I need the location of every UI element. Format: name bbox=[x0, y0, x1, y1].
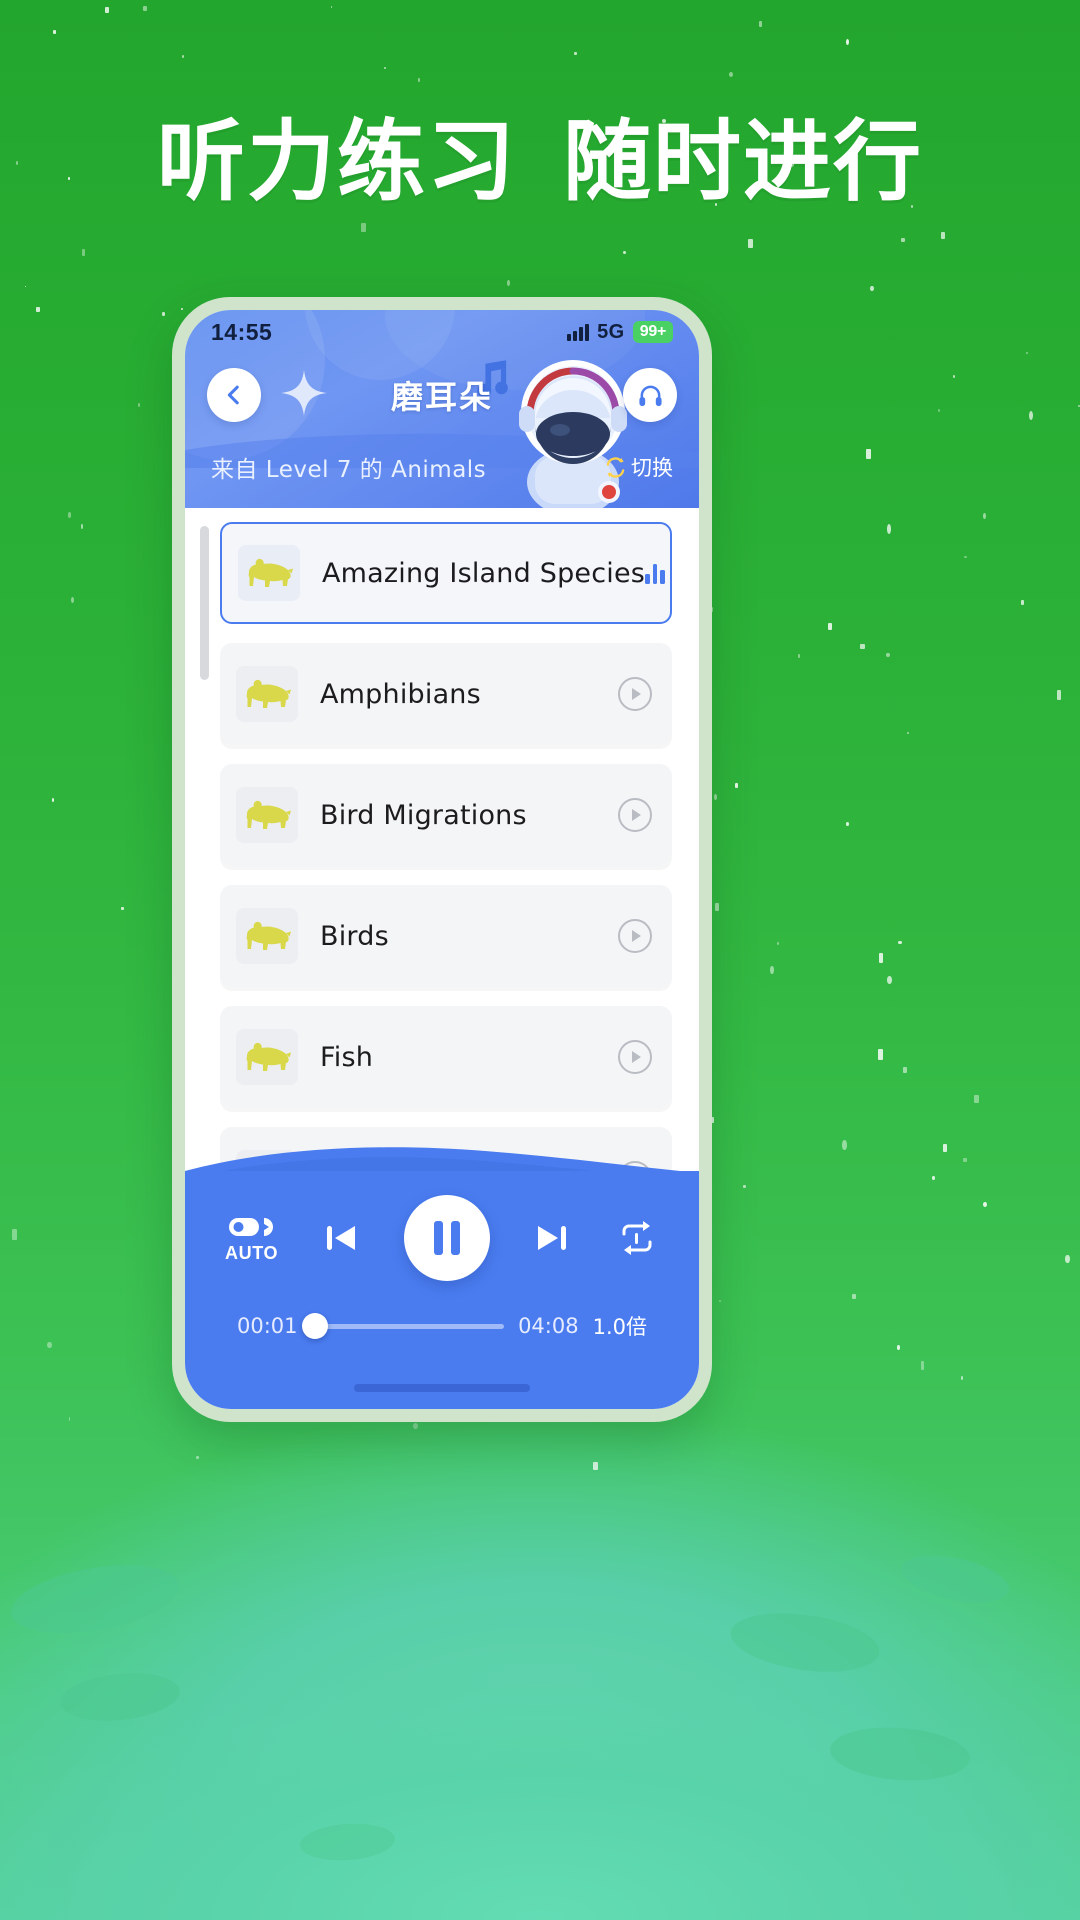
battery-badge: 99+ bbox=[632, 321, 673, 343]
lesson-action[interactable] bbox=[645, 562, 665, 584]
headphone-icon bbox=[638, 385, 662, 406]
play-circle-icon[interactable] bbox=[618, 919, 652, 953]
lesson-action[interactable] bbox=[618, 919, 652, 953]
pause-bar bbox=[450, 1221, 460, 1255]
skip-previous-icon bbox=[326, 1226, 355, 1250]
page-header-title: 磨耳朵 bbox=[390, 378, 493, 416]
chevron-left-icon bbox=[227, 385, 239, 405]
play-pause-button[interactable] bbox=[403, 1195, 490, 1281]
status-time: 14:55 bbox=[211, 318, 273, 345]
phone-screen: 14:55 5G 99+ 磨耳朵 来自 Level 7 的 Animals 切换… bbox=[185, 310, 699, 1409]
sub-header: 来自 Level 7 的 Animals 切换 bbox=[185, 436, 699, 498]
list-item[interactable]: Fish bbox=[220, 1006, 672, 1108]
auto-play-button[interactable]: AUTO bbox=[225, 1213, 278, 1264]
lesson-title: Birds bbox=[320, 920, 389, 952]
switch-button[interactable]: 切换 bbox=[604, 452, 673, 482]
signal-bars-icon bbox=[567, 323, 590, 341]
lesson-thumbnail bbox=[236, 1029, 298, 1085]
lesson-title: Amazing Island Species bbox=[322, 557, 646, 589]
bear-icon bbox=[246, 1042, 291, 1071]
list-item[interactable]: Bird Migrations bbox=[220, 764, 672, 866]
play-circle-icon[interactable] bbox=[618, 677, 652, 711]
progress-slider[interactable] bbox=[302, 1313, 505, 1339]
home-indicator bbox=[354, 1384, 530, 1392]
list-item[interactable]: Amazing Island Species bbox=[220, 522, 672, 624]
bear-icon bbox=[246, 679, 291, 708]
headline-right: 随时进行 bbox=[563, 110, 924, 213]
lesson-action[interactable] bbox=[618, 798, 652, 832]
player-body: AUTO 00:01 04:08 1.0倍 bbox=[185, 1171, 699, 1409]
list-item[interactable]: Amphibians bbox=[220, 643, 672, 745]
scrollbar-thumb[interactable] bbox=[200, 526, 209, 680]
lesson-title: Fish bbox=[320, 1041, 374, 1073]
lesson-thumbnail bbox=[236, 666, 298, 722]
play-circle-icon[interactable] bbox=[618, 798, 652, 832]
headphone-button[interactable] bbox=[623, 368, 677, 422]
audio-player: AUTO 00:01 04:08 1.0倍 bbox=[185, 1141, 699, 1409]
lesson-action[interactable] bbox=[618, 677, 652, 711]
speed-button[interactable]: 1.0倍 bbox=[593, 1311, 647, 1341]
play-circle-icon[interactable] bbox=[618, 1040, 652, 1074]
lesson-title: Bird Migrations bbox=[320, 799, 527, 831]
back-button[interactable] bbox=[207, 368, 261, 422]
lesson-thumbnail bbox=[238, 545, 300, 601]
bear-icon bbox=[246, 921, 291, 950]
previous-button[interactable] bbox=[319, 1216, 363, 1260]
headline-left: 听力练习 bbox=[156, 110, 517, 213]
lesson-title: Amphibians bbox=[320, 678, 481, 710]
bear-icon bbox=[246, 800, 291, 829]
lesson-thumbnail bbox=[236, 908, 298, 964]
switch-repeat-icon bbox=[606, 456, 625, 478]
progress-row: 00:01 04:08 1.0倍 bbox=[185, 1311, 699, 1341]
skip-next-icon bbox=[538, 1226, 567, 1250]
bear-icon bbox=[248, 558, 293, 587]
status-bar: 14:55 5G 99+ bbox=[185, 310, 699, 354]
page-title: 听力练习 随时进行 bbox=[0, 118, 1080, 206]
auto-label: AUTO bbox=[225, 1242, 279, 1263]
current-time: 00:01 bbox=[237, 1314, 298, 1338]
progress-knob[interactable] bbox=[302, 1313, 329, 1339]
phone-mockup: 14:55 5G 99+ 磨耳朵 来自 Level 7 的 Animals 切换… bbox=[172, 297, 712, 1422]
next-button[interactable] bbox=[530, 1216, 574, 1260]
nav-bar: 磨耳朵 bbox=[185, 354, 699, 436]
repeat-one-icon bbox=[622, 1221, 652, 1255]
pause-bar bbox=[433, 1221, 443, 1255]
equalizer-icon bbox=[645, 562, 665, 584]
source-label: 来自 Level 7 的 Animals bbox=[211, 457, 487, 483]
auto-play-icon bbox=[228, 1217, 273, 1236]
network-label: 5G bbox=[597, 320, 625, 343]
lesson-action[interactable] bbox=[618, 1040, 652, 1074]
total-time: 04:08 bbox=[518, 1314, 579, 1338]
player-controls: AUTO bbox=[185, 1195, 699, 1281]
switch-label: 切换 bbox=[631, 456, 673, 480]
lesson-thumbnail bbox=[236, 787, 298, 843]
repeat-button[interactable] bbox=[615, 1218, 659, 1258]
list-item[interactable]: Birds bbox=[220, 885, 672, 987]
app-header: 14:55 5G 99+ 磨耳朵 来自 Level 7 的 Animals 切换 bbox=[185, 310, 699, 508]
